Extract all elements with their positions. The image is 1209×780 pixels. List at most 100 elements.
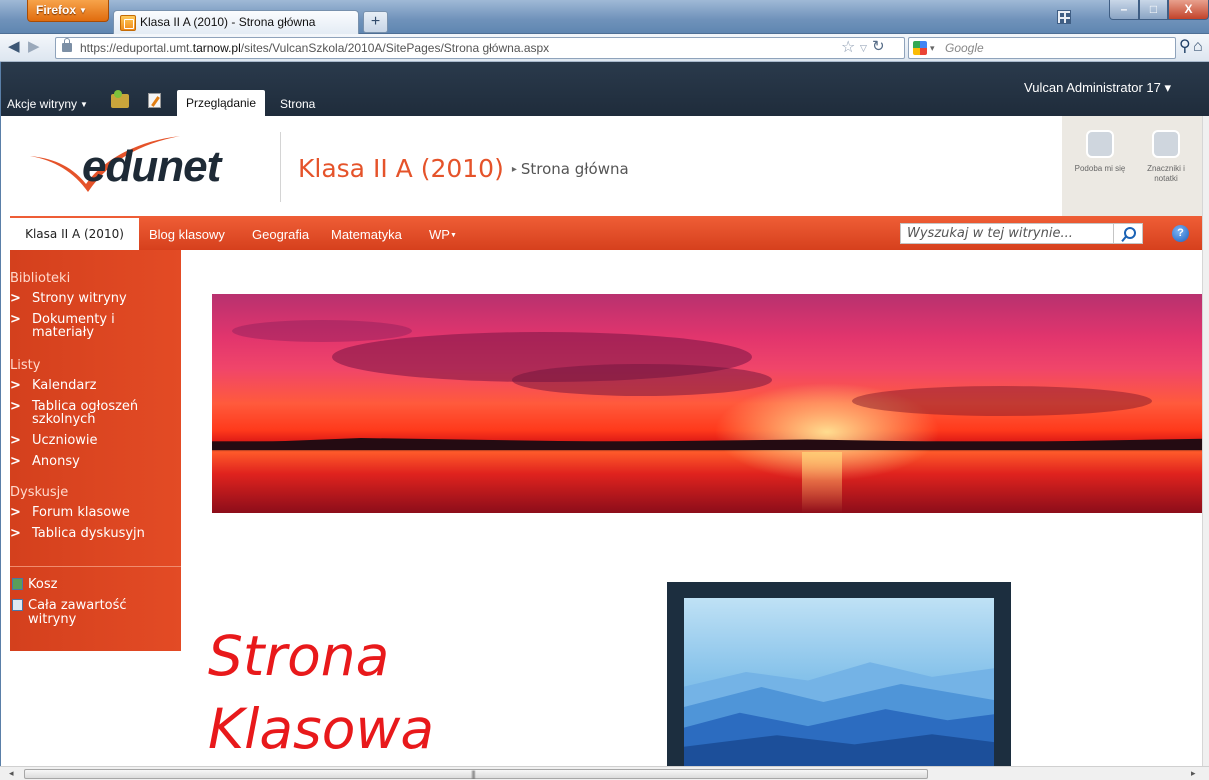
nav-item-label: Forum klasowe: [32, 505, 130, 520]
nav-item-blog[interactable]: Blog klasowy: [149, 227, 225, 242]
scroll-right-arrow-icon[interactable]: ▸: [1191, 768, 1196, 779]
user-menu[interactable]: Vulcan Administrator 17 ▾: [1024, 80, 1171, 96]
horizontal-scrollbar[interactable]: ◂ ||| ▸: [0, 766, 1209, 780]
ribbon-tab-browse[interactable]: Przeglądanie: [177, 90, 265, 116]
banner-sun-reflection: [802, 452, 842, 513]
all-content-icon: [12, 599, 23, 611]
tags-notes-label: Znaczniki i notatki: [1147, 164, 1185, 183]
like-label: Podoba mi się: [1074, 164, 1126, 173]
nav-item-label: Anonsy: [32, 454, 80, 469]
firefox-menu-label: Firefox: [36, 3, 77, 17]
logo-text: edunet: [82, 142, 221, 191]
nav-item-kalendarz[interactable]: > Kalendarz: [10, 379, 175, 392]
window-edge: [0, 62, 1, 766]
scroll-grip-icon: |||: [471, 769, 476, 779]
home-icon[interactable]: ⌂: [1193, 38, 1203, 56]
breadcrumb-separator-icon: ▸: [511, 164, 517, 175]
close-window-button[interactable]: X: [1168, 0, 1209, 20]
google-icon: [913, 41, 927, 55]
chevron-right-icon: >: [10, 433, 21, 448]
browser-titlebar: Firefox ▼ Klasa II A (2010) - Strona głów…: [0, 0, 1209, 35]
social-tools: Podoba mi się Znaczniki i notatki: [1062, 116, 1209, 216]
nav-item-label: Strony witryny: [32, 291, 127, 306]
banner-cloud: [512, 364, 772, 396]
browser-tab-title: Klasa II A (2010) - Strona główna: [140, 15, 316, 29]
edit-page-icon[interactable]: [148, 93, 161, 108]
nav-item-wp[interactable]: WP▼: [429, 227, 457, 242]
site-favicon-icon: [120, 15, 136, 31]
tab-groups-icon[interactable]: [1057, 10, 1071, 24]
maximize-button[interactable]: □: [1139, 0, 1168, 20]
site-search-input[interactable]: Wyszukaj w tej witrynie...: [900, 223, 1114, 244]
lock-icon: [62, 38, 72, 52]
firefox-menu-button[interactable]: Firefox ▼: [27, 0, 109, 22]
mountains-image: [684, 598, 994, 772]
browser-search-placeholder: Google: [945, 41, 984, 55]
browser-search-input[interactable]: ▾ Google: [908, 37, 1176, 59]
user-name: Vulcan Administrator 17: [1024, 80, 1161, 95]
url-prefix: https://eduportal.umt.: [80, 41, 193, 55]
sharepoint-ribbon: Vulcan Administrator 17 ▾ Akcje witryny ▼…: [0, 62, 1209, 116]
site-search-button[interactable]: [1114, 223, 1143, 244]
browser-tab[interactable]: Klasa II A (2010) - Strona główna: [113, 10, 359, 35]
edunet-logo[interactable]: edunet: [30, 134, 280, 196]
nav-item-wp-label: WP: [429, 227, 450, 242]
nav-heading-biblioteki[interactable]: Biblioteki: [10, 271, 70, 286]
minimize-button[interactable]: –: [1109, 0, 1139, 20]
new-tab-button[interactable]: +: [363, 11, 388, 33]
like-tag-icon: [1086, 130, 1114, 158]
forward-arrow-icon[interactable]: ▶: [28, 39, 40, 55]
nav-heading-listy[interactable]: Listy: [10, 358, 40, 373]
banner-horizon: [212, 438, 1204, 450]
page-heading: Strona Klasowa: [208, 624, 435, 761]
search-icon[interactable]: ⚲: [1179, 39, 1191, 55]
site-actions-menu[interactable]: Akcje witryny ▼: [7, 97, 88, 111]
like-button[interactable]: Podoba mi się: [1070, 130, 1130, 174]
nav-item-forum-klasowe[interactable]: > Forum klasowe: [10, 506, 175, 519]
scroll-left-arrow-icon[interactable]: ◂: [9, 768, 14, 779]
bookmark-star-icon[interactable]: ☆: [841, 40, 855, 56]
ribbon-tab-page[interactable]: Strona: [280, 97, 315, 111]
nav-item-recycle-bin[interactable]: Kosz: [10, 578, 175, 592]
chevron-down-icon: ▼: [449, 232, 457, 239]
banner-cloud: [232, 320, 412, 342]
reload-icon[interactable]: ↻: [872, 39, 885, 55]
help-icon[interactable]: ?: [1172, 225, 1189, 242]
site-title: Klasa II A (2010) ▸ Strona główna: [298, 154, 629, 183]
nav-item-strony-witryny[interactable]: > Strony witryny: [10, 292, 175, 305]
nav-item-geografia[interactable]: Geografia: [252, 227, 309, 242]
nav-item-dokumenty[interactable]: > Dokumenty i materiały: [10, 313, 175, 339]
history-dropdown-icon[interactable]: ▽: [860, 42, 867, 54]
nav-item-home[interactable]: Klasa II A (2010): [10, 218, 139, 250]
engine-dropdown-icon: ▾: [930, 43, 935, 53]
nav-item-tablica-ogloszen[interactable]: > Tablica ogłoszeń szkolnych: [10, 400, 175, 426]
horizontal-scroll-thumb[interactable]: |||: [24, 769, 928, 779]
url-host: tarnow.pl: [192, 41, 241, 55]
vertical-scrollbar[interactable]: [1202, 116, 1209, 766]
chevron-right-icon: >: [10, 526, 21, 541]
nav-item-anonsy[interactable]: > Anonsy: [10, 455, 175, 468]
nav-item-label: Dokumenty i materiały: [32, 312, 115, 340]
chevron-right-icon: >: [10, 378, 21, 393]
banner-cloud: [852, 386, 1152, 416]
chevron-right-icon: >: [10, 312, 21, 327]
chevron-down-icon: ▼: [80, 100, 88, 109]
navigate-up-icon[interactable]: [111, 90, 129, 108]
site-title-link[interactable]: Klasa II A (2010): [298, 154, 504, 183]
nav-divider: [10, 566, 181, 567]
nav-item-label: Tablica dyskusyjn: [32, 526, 145, 541]
chevron-down-icon: ▼: [79, 6, 87, 15]
top-navigation: Klasa II A (2010) Blog klasowy Geografia…: [10, 216, 1209, 250]
address-bar[interactable]: https://eduportal.umt.tarnow.pl/sites/Vu…: [55, 37, 905, 59]
nav-item-tablica-dyskusyjna[interactable]: > Tablica dyskusyjn: [10, 527, 175, 540]
header-divider: [280, 132, 281, 202]
tags-notes-button[interactable]: Znaczniki i notatki: [1136, 130, 1196, 184]
nav-item-label: Uczniowie: [32, 433, 98, 448]
nav-item-matematyka[interactable]: Matematyka: [331, 227, 402, 242]
nav-heading-dyskusje[interactable]: Dyskusje: [10, 485, 68, 500]
chevron-down-icon: ▾: [1164, 80, 1171, 95]
nav-item-uczniowie[interactable]: > Uczniowie: [10, 434, 175, 447]
nav-item-label: Kalendarz: [32, 378, 97, 393]
nav-item-all-content[interactable]: Cała zawartość witryny: [10, 599, 175, 627]
back-arrow-icon[interactable]: ◀: [8, 39, 20, 55]
